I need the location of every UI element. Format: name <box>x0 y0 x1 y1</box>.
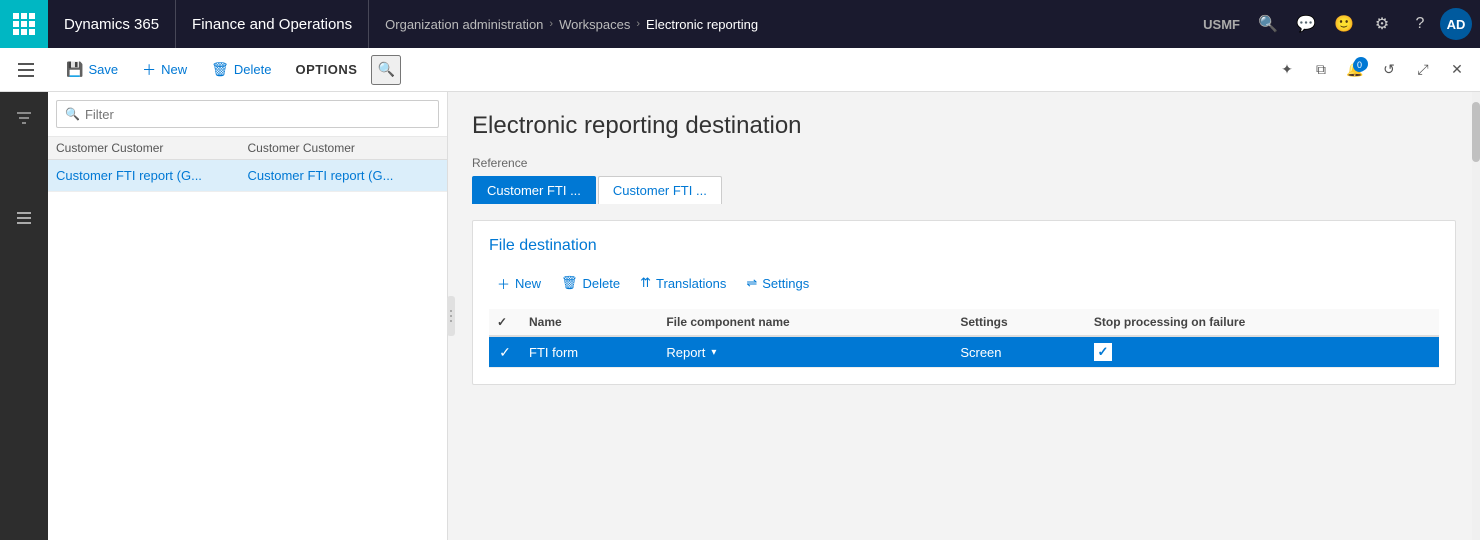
filter-input[interactable] <box>85 107 430 122</box>
breadcrumb: Organization administration › Workspaces… <box>369 17 1195 32</box>
dropdown-arrow-icon[interactable]: ▾ <box>711 347 716 358</box>
dynamics365-label: Dynamics 365 <box>48 0 176 48</box>
content-panel: Electronic reporting destination Referen… <box>448 92 1480 540</box>
help-nav-button[interactable]: ? <box>1402 6 1438 42</box>
list-col1-header: Customer Customer <box>56 141 248 155</box>
fd-new-icon: ＋ <box>497 274 510 293</box>
checkbox-check-icon: ✓ <box>1097 344 1108 360</box>
col-stop-processing: Stop processing on failure <box>1086 309 1439 336</box>
new-button[interactable]: ＋ New <box>132 55 197 85</box>
settings-nav-button[interactable]: ⚙ <box>1364 6 1400 42</box>
filter-input-wrap: 🔍 <box>56 100 439 128</box>
list-col2-header: Customer Customer <box>248 141 440 155</box>
waffle-button[interactable] <box>0 0 48 48</box>
chat-nav-button[interactable]: 💬 <box>1288 6 1324 42</box>
save-icon: 💾 <box>66 61 83 78</box>
row-stop-processing-cell: ✓ <box>1086 336 1439 368</box>
file-dest-table: ✓ Name File component name Settings Stop… <box>489 309 1439 368</box>
stop-processing-checkbox[interactable]: ✓ <box>1094 343 1112 361</box>
reference-section: Reference Customer FTI ... Customer FTI … <box>472 156 1456 204</box>
list-icon <box>16 210 32 226</box>
top-nav: Dynamics 365 Finance and Operations Orga… <box>0 0 1480 48</box>
reference-tab-2[interactable]: Customer FTI ... <box>598 176 722 204</box>
reference-tabs: Customer FTI ... Customer FTI ... <box>472 176 1456 204</box>
env-badge: USMF <box>1195 17 1248 32</box>
list-panel: 🔍 Customer Customer Customer Customer Cu… <box>48 92 448 540</box>
sidebar-icons <box>0 92 48 540</box>
main-toolbar: 💾 Save ＋ New 🗑 Delete OPTIONS 🔍 ✦ ⧉ 🔔 0 … <box>0 48 1480 92</box>
row-file-component-cell: Report ▾ <box>658 336 952 368</box>
fd-settings-button[interactable]: ⇌ Settings <box>738 269 817 297</box>
fd-translations-icon: ⇈ <box>640 275 651 291</box>
list-items: Customer FTI report (G... Customer FTI r… <box>48 160 447 540</box>
row-name-cell: FTI form <box>521 336 658 368</box>
row-settings-cell: Screen <box>952 336 1086 368</box>
scrollbar-track[interactable] <box>1472 92 1480 540</box>
file-destination-card: File destination ＋ New 🗑 Delete ⇈ Transl… <box>472 220 1456 385</box>
filter-icon: 🔍 <box>65 107 80 121</box>
fd-delete-button[interactable]: 🗑 Delete <box>553 269 628 297</box>
col-check: ✓ <box>489 309 521 336</box>
new-icon: ＋ <box>142 60 156 80</box>
user-avatar[interactable]: AD <box>1440 8 1472 40</box>
toolbar-search-button[interactable]: 🔍 <box>371 55 401 85</box>
waffle-icon <box>13 13 35 35</box>
hamburger-button[interactable] <box>8 52 44 88</box>
notification-count: 0 <box>1354 57 1368 71</box>
personalize-icon[interactable]: ✦ <box>1272 55 1302 85</box>
delete-icon: 🗑 <box>211 61 229 78</box>
col-name: Name <box>521 309 658 336</box>
file-destination-title: File destination <box>489 237 1439 255</box>
table-row[interactable]: ✓ FTI form Report ▾ Screen ✓ <box>489 336 1439 368</box>
filter-icon <box>16 110 32 126</box>
refresh-icon[interactable]: ↺ <box>1374 55 1404 85</box>
col-file-component: File component name <box>658 309 952 336</box>
scrollbar-thumb[interactable] <box>1472 102 1480 162</box>
nav-right-icons: USMF 🔍 💬 🙂 ⚙ ? AD <box>1195 6 1480 42</box>
open-in-new-icon[interactable]: ⧉ <box>1306 55 1336 85</box>
fd-delete-icon: 🗑 <box>561 275 578 291</box>
reference-label: Reference <box>472 156 1456 170</box>
fd-translations-button[interactable]: ⇈ Translations <box>632 269 734 297</box>
col-settings: Settings <box>952 309 1086 336</box>
filter-bar: 🔍 <box>48 92 447 137</box>
list-item-col1: Customer FTI report (G... <box>56 168 248 183</box>
list-sidebar-button[interactable] <box>6 200 42 236</box>
file-dest-toolbar: ＋ New 🗑 Delete ⇈ Translations ⇌ Settings <box>489 269 1439 297</box>
close-icon[interactable]: ✕ <box>1442 55 1472 85</box>
resize-handle[interactable] <box>447 296 455 336</box>
list-item[interactable]: Customer FTI report (G... Customer FTI r… <box>48 160 447 192</box>
fd-settings-icon: ⇌ <box>746 275 757 291</box>
fao-label: Finance and Operations <box>176 0 369 48</box>
row-check-icon: ✓ <box>499 344 511 360</box>
maximize-icon[interactable]: ⤢ <box>1408 55 1438 85</box>
smiley-nav-button[interactable]: 🙂 <box>1326 6 1362 42</box>
hamburger-icon <box>18 63 34 77</box>
options-button[interactable]: OPTIONS <box>285 55 367 85</box>
row-check-cell: ✓ <box>489 336 521 368</box>
toolbar-right: ✦ ⧉ 🔔 0 ↺ ⤢ ✕ <box>1272 55 1472 85</box>
delete-button[interactable]: 🗑 Delete <box>201 55 281 85</box>
list-header: Customer Customer Customer Customer <box>48 137 447 160</box>
search-nav-button[interactable]: 🔍 <box>1250 6 1286 42</box>
fd-new-button[interactable]: ＋ New <box>489 269 549 297</box>
list-item-col2: Customer FTI report (G... <box>248 168 440 183</box>
page-title: Electronic reporting destination <box>472 112 1456 140</box>
main-layout: 🔍 Customer Customer Customer Customer Cu… <box>0 92 1480 540</box>
notification-icon[interactable]: 🔔 0 <box>1340 55 1370 85</box>
save-button[interactable]: 💾 Save <box>56 55 128 85</box>
filter-sidebar-button[interactable] <box>6 100 42 136</box>
reference-tab-1[interactable]: Customer FTI ... <box>472 176 596 204</box>
